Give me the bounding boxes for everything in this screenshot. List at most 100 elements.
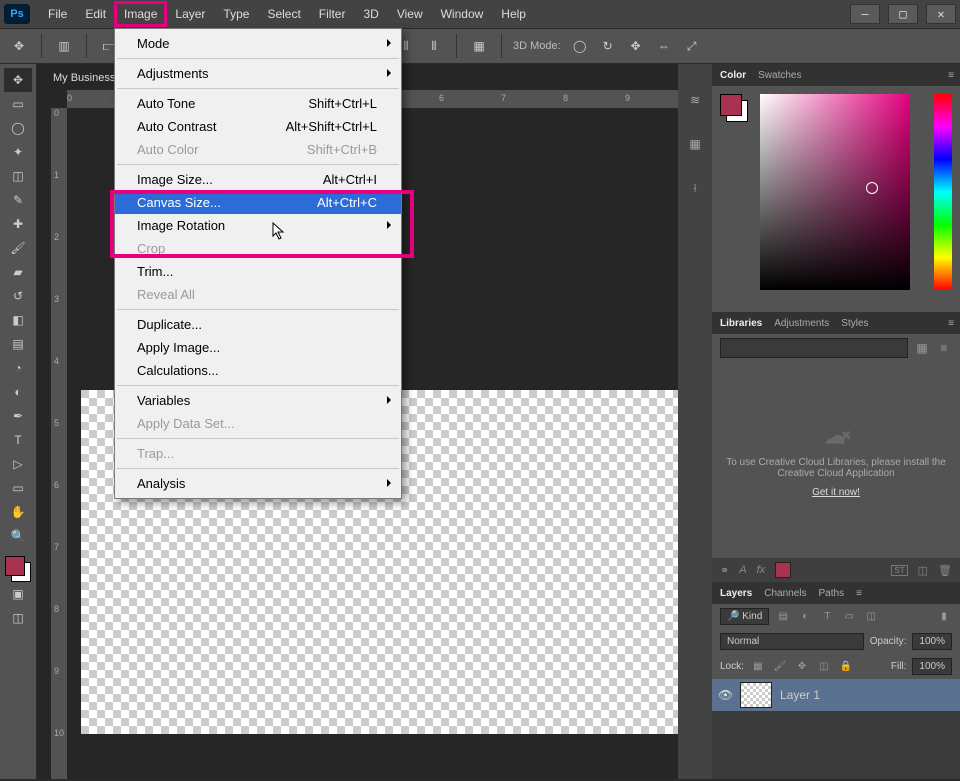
library-select[interactable] xyxy=(720,338,908,358)
magic-wand-tool[interactable]: ✦ xyxy=(4,140,32,164)
gradient-tool[interactable]: ▤ xyxy=(4,332,32,356)
menu-item-duplicate-[interactable]: Duplicate... xyxy=(115,313,401,336)
layer-row[interactable]: 👁 Layer 1 xyxy=(712,679,960,711)
menu-3d[interactable]: 3D xyxy=(355,3,386,25)
pen-tool[interactable]: ✒ xyxy=(4,404,32,428)
menu-item-image-rotation[interactable]: Image Rotation xyxy=(115,214,401,237)
color-swatch[interactable] xyxy=(5,556,31,582)
trash-icon[interactable]: 🗑 xyxy=(938,564,952,577)
layer-thumbnail[interactable] xyxy=(740,682,772,708)
menu-item-auto-tone[interactable]: Auto ToneShift+Ctrl+L xyxy=(115,92,401,115)
menu-window[interactable]: Window xyxy=(433,3,492,25)
list-view-icon[interactable]: ≡ xyxy=(936,340,952,356)
menu-layer[interactable]: Layer xyxy=(167,3,213,25)
properties-panel-icon[interactable]: ▦ xyxy=(683,132,707,156)
dodge-tool[interactable]: ◐ xyxy=(4,380,32,404)
fill-input[interactable]: 100% xyxy=(912,658,952,675)
lock-artboard-icon[interactable]: ◫ xyxy=(816,659,832,675)
3d-pan-icon[interactable]: ✥ xyxy=(625,35,647,57)
quick-mask-icon[interactable]: ▣ xyxy=(4,582,32,606)
history-panel-icon[interactable]: ≋ xyxy=(683,88,707,112)
tab-styles[interactable]: Styles xyxy=(841,318,868,329)
close-button[interactable]: ✕ xyxy=(926,4,956,24)
opacity-input[interactable]: 100% xyxy=(912,633,952,650)
menu-help[interactable]: Help xyxy=(493,3,534,25)
layer-name[interactable]: Layer 1 xyxy=(780,688,820,702)
eyedropper-tool[interactable]: ✎ xyxy=(4,188,32,212)
filter-toggle-icon[interactable]: ▮ xyxy=(936,609,952,625)
menu-item-adjustments[interactable]: Adjustments xyxy=(115,62,401,85)
lasso-tool[interactable]: ◯ xyxy=(4,116,32,140)
move-tool[interactable]: ✥ xyxy=(4,68,32,92)
menu-item-canvas-size-[interactable]: Canvas Size...Alt+Ctrl+C xyxy=(115,191,401,214)
3d-scale-icon[interactable]: ⤢ xyxy=(681,35,703,57)
maximize-button[interactable]: □ xyxy=(888,4,918,24)
blend-mode-select[interactable]: Normal xyxy=(720,633,864,650)
menu-item-analysis[interactable]: Analysis xyxy=(115,472,401,495)
lock-pos-icon[interactable]: ✥ xyxy=(794,659,810,675)
filter-smart-icon[interactable]: ◫ xyxy=(863,609,879,625)
filter-shape-icon[interactable]: ▭ xyxy=(841,609,857,625)
color-picker-field[interactable] xyxy=(760,94,910,290)
tab-layers[interactable]: Layers xyxy=(720,588,752,599)
menu-item-apply-image-[interactable]: Apply Image... xyxy=(115,336,401,359)
lock-all-icon[interactable]: 🔒 xyxy=(838,659,854,675)
distribute-icon[interactable]: ⦀ xyxy=(423,35,445,57)
menu-filter[interactable]: Filter xyxy=(311,3,354,25)
lock-image-icon[interactable]: 🖌 xyxy=(772,659,788,675)
3d-roll-icon[interactable]: ↻ xyxy=(597,35,619,57)
new-style-icon[interactable]: ◫ xyxy=(918,564,928,577)
kind-filter[interactable]: 🔎 Kind xyxy=(720,608,769,625)
fg-color-icon[interactable] xyxy=(720,94,742,116)
history-brush-tool[interactable]: ↺ xyxy=(4,284,32,308)
hand-tool[interactable]: ✋ xyxy=(4,500,32,524)
tab-color[interactable]: Color xyxy=(720,70,746,81)
stamp-tool[interactable]: ▰ xyxy=(4,260,32,284)
grid-view-icon[interactable]: ▦ xyxy=(914,340,930,356)
tab-channels[interactable]: Channels xyxy=(764,588,806,599)
tab-adjustments[interactable]: Adjustments xyxy=(774,318,829,329)
panel-menu-icon[interactable]: ≡ xyxy=(856,588,862,599)
type-tool[interactable]: T xyxy=(4,428,32,452)
menu-item-variables[interactable]: Variables xyxy=(115,389,401,412)
eraser-tool[interactable]: ◧ xyxy=(4,308,32,332)
menu-select[interactable]: Select xyxy=(259,3,308,25)
3d-slide-icon[interactable]: ⇔ xyxy=(653,35,675,57)
menu-file[interactable]: File xyxy=(40,3,75,25)
move-tool-icon[interactable]: ✥ xyxy=(8,35,30,57)
visibility-icon[interactable]: 👁 xyxy=(718,688,732,702)
tab-paths[interactable]: Paths xyxy=(819,588,845,599)
blur-tool[interactable]: ◔ xyxy=(4,356,32,380)
st-icon[interactable]: ST xyxy=(891,565,907,576)
marquee-tool[interactable]: ▭ xyxy=(4,92,32,116)
fx-icon[interactable]: fx xyxy=(757,564,766,576)
tab-libraries[interactable]: Libraries xyxy=(720,318,762,329)
filter-pixel-icon[interactable]: ▤ xyxy=(775,609,791,625)
panel-menu-icon[interactable]: ≡ xyxy=(948,70,954,81)
auto-align-icon[interactable]: ▦ xyxy=(468,35,490,57)
color-swatch-pair[interactable] xyxy=(720,94,748,122)
foreground-swatch[interactable] xyxy=(5,556,25,576)
menu-edit[interactable]: Edit xyxy=(77,3,114,25)
tab-swatches[interactable]: Swatches xyxy=(758,70,801,81)
menu-type[interactable]: Type xyxy=(215,3,257,25)
menu-item-image-size-[interactable]: Image Size...Alt+Ctrl+I xyxy=(115,168,401,191)
menu-item-trim-[interactable]: Trim... xyxy=(115,260,401,283)
filter-type-icon[interactable]: T xyxy=(819,609,835,625)
panel-menu-icon[interactable]: ≡ xyxy=(948,318,954,329)
brush-panel-icon[interactable]: ⟊ xyxy=(683,176,707,200)
menu-view[interactable]: View xyxy=(389,3,431,25)
type-icon[interactable]: A xyxy=(739,564,746,576)
menu-item-calculations-[interactable]: Calculations... xyxy=(115,359,401,382)
menu-image[interactable]: Image xyxy=(116,3,165,25)
minimize-button[interactable]: — xyxy=(850,4,880,24)
healing-tool[interactable]: ✚ xyxy=(4,212,32,236)
menu-item-mode[interactable]: Mode xyxy=(115,32,401,55)
path-select-tool[interactable]: ▷ xyxy=(4,452,32,476)
zoom-tool[interactable]: 🔍 xyxy=(4,524,32,548)
screen-mode-icon[interactable]: ◫ xyxy=(4,606,32,630)
link-icon[interactable]: ⚭ xyxy=(720,564,729,577)
hue-slider[interactable] xyxy=(934,94,952,290)
brush-tool[interactable]: 🖌 xyxy=(4,236,32,260)
3d-orbit-icon[interactable]: ◯ xyxy=(569,35,591,57)
